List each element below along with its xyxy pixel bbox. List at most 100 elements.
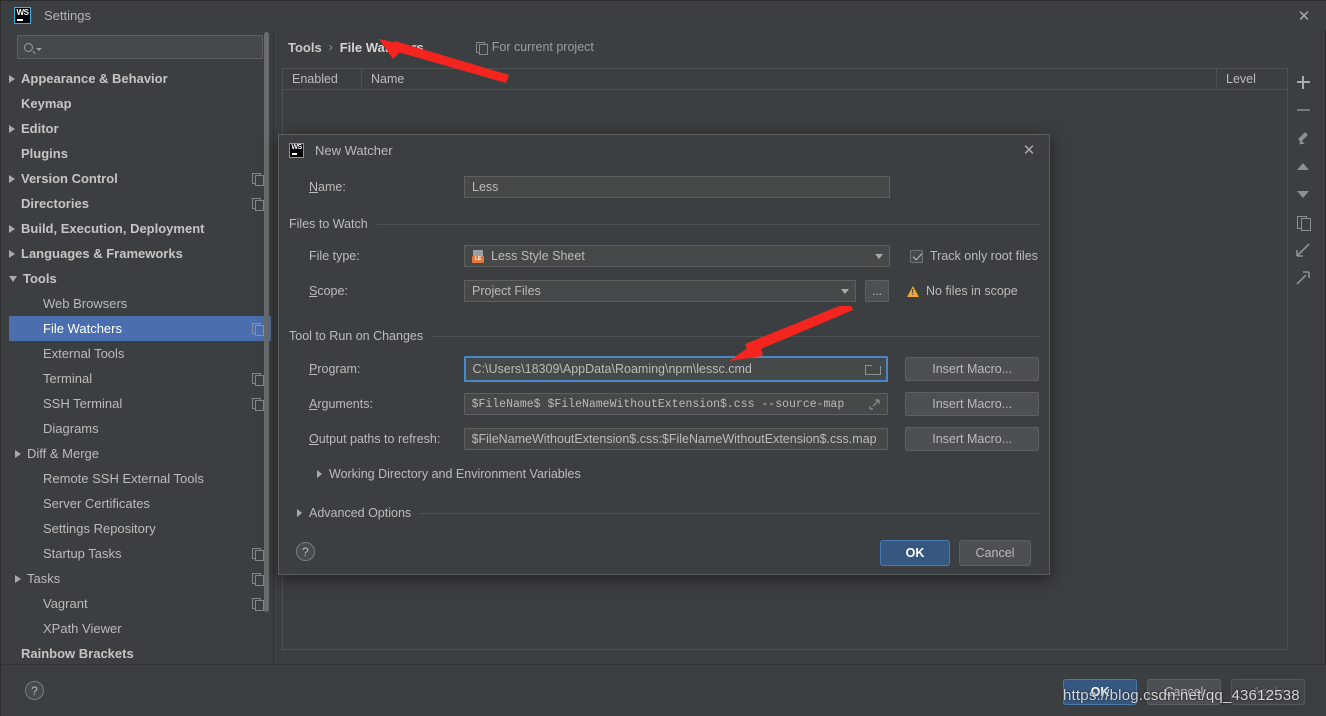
- file-type-label: File type:: [309, 249, 464, 263]
- chevron-right-icon[interactable]: [15, 450, 21, 458]
- dialog-help-button[interactable]: ?: [296, 542, 315, 561]
- sidebar-item-label: Directories: [21, 196, 89, 211]
- sidebar-item-rainbow-brackets[interactable]: Rainbow Brackets: [9, 641, 271, 664]
- less-icon-label: LE: [472, 256, 484, 263]
- sidebar-item-startup-tasks[interactable]: Startup Tasks: [9, 541, 271, 566]
- sidebar-item-terminal[interactable]: Terminal: [9, 366, 271, 391]
- sidebar-item-remote-ssh-external-tools[interactable]: Remote SSH External Tools: [9, 466, 271, 491]
- breadcrumb-leaf: File Watchers: [340, 40, 424, 55]
- chevron-right-icon[interactable]: [9, 175, 15, 183]
- window-close-button[interactable]: ✕: [1281, 1, 1326, 30]
- sidebar-item-label: Terminal: [43, 371, 92, 386]
- sidebar-item-file-watchers[interactable]: File Watchers: [9, 316, 271, 341]
- copy-icon: [1297, 216, 1310, 229]
- sidebar-item-build-execution-deployment[interactable]: Build, Execution, Deployment: [9, 216, 271, 241]
- scope-dropdown[interactable]: Project Files: [464, 280, 856, 302]
- project-scope-icon: [252, 398, 263, 409]
- name-row: Name: Less: [309, 176, 1023, 198]
- move-down-button[interactable]: [1288, 180, 1318, 208]
- dialog-close-button[interactable]: ✕: [1021, 143, 1037, 159]
- add-button[interactable]: [1288, 68, 1318, 96]
- search-icon: [24, 43, 33, 52]
- sidebar-item-label: Appearance & Behavior: [21, 71, 168, 86]
- sidebar-item-tools[interactable]: Tools: [9, 266, 271, 291]
- sidebar-item-appearance-behavior[interactable]: Appearance & Behavior: [9, 66, 271, 91]
- column-header-level[interactable]: Level: [1217, 69, 1287, 89]
- sidebar-item-languages-frameworks[interactable]: Languages & Frameworks: [9, 241, 271, 266]
- less-style-sheet-icon: LE: [472, 250, 485, 263]
- sidebar-item-directories[interactable]: Directories: [9, 191, 271, 216]
- chevron-right-icon[interactable]: [9, 75, 15, 83]
- arguments-row: Arguments: $FileName$ $FileNameWithoutEx…: [309, 392, 1039, 416]
- sidebar-item-diff-merge[interactable]: Diff & Merge: [9, 441, 271, 466]
- arguments-label: Arguments:: [309, 397, 464, 411]
- edit-button[interactable]: [1288, 124, 1318, 152]
- program-label: Program:: [309, 362, 464, 376]
- search-input[interactable]: [46, 40, 262, 54]
- name-input[interactable]: Less: [464, 176, 890, 198]
- column-header-name[interactable]: Name: [362, 69, 1216, 89]
- search-dropdown-caret-icon: [36, 48, 42, 51]
- chevron-right-icon[interactable]: [15, 575, 21, 583]
- chevron-right-icon[interactable]: [9, 125, 15, 133]
- track-only-root-files-checkbox[interactable]: Track only root files: [910, 249, 1038, 263]
- sidebar-item-server-certificates[interactable]: Server Certificates: [9, 491, 271, 516]
- new-watcher-dialog: WS New Watcher ✕ Name: Less Files to Wat…: [278, 134, 1050, 575]
- output-paths-row: Output paths to refresh: $FileNameWithou…: [309, 427, 1039, 451]
- chevron-right-icon[interactable]: [9, 225, 15, 233]
- insert-macro-arguments-button[interactable]: Insert Macro...: [905, 392, 1039, 416]
- sidebar-scrollbar-thumb[interactable]: [264, 32, 269, 612]
- sidebar-item-plugins[interactable]: Plugins: [9, 141, 271, 166]
- sidebar-item-web-browsers[interactable]: Web Browsers: [9, 291, 271, 316]
- insert-macro-program-button[interactable]: Insert Macro...: [905, 357, 1039, 381]
- plus-icon: [1297, 76, 1310, 89]
- sidebar-item-xpath-viewer[interactable]: XPath Viewer: [9, 616, 271, 641]
- dialog-ok-button[interactable]: OK: [880, 540, 950, 566]
- dialog-cancel-button[interactable]: Cancel: [959, 540, 1031, 566]
- tool-to-run-title-text: Tool to Run on Changes: [289, 329, 423, 343]
- remove-button[interactable]: [1288, 96, 1318, 124]
- webstorm-logo-text: WS: [15, 8, 30, 17]
- chevron-right-icon: [297, 509, 302, 517]
- webstorm-dialog-icon-text: WS: [290, 143, 303, 152]
- breadcrumb-root[interactable]: Tools: [288, 40, 322, 55]
- sidebar-item-ssh-terminal[interactable]: SSH Terminal: [9, 391, 271, 416]
- advanced-options-section[interactable]: Advanced Options: [297, 506, 1041, 520]
- import-button[interactable]: [1288, 236, 1318, 264]
- project-scope-icon: [252, 373, 263, 384]
- sidebar-item-keymap[interactable]: Keymap: [9, 91, 271, 116]
- scope-browse-button[interactable]: ...: [865, 280, 889, 302]
- insert-macro-output-button[interactable]: Insert Macro...: [905, 427, 1039, 451]
- chevron-down-icon[interactable]: [9, 276, 17, 282]
- column-header-enabled[interactable]: Enabled: [283, 69, 361, 89]
- search-box[interactable]: [17, 35, 263, 59]
- program-input[interactable]: C:\Users\18309\AppData\Roaming\npm\lessc…: [464, 356, 889, 382]
- sidebar-item-settings-repository[interactable]: Settings Repository: [9, 516, 271, 541]
- sidebar-item-editor[interactable]: Editor: [9, 116, 271, 141]
- sidebar-item-diagrams[interactable]: Diagrams: [9, 416, 271, 441]
- sidebar-item-vagrant[interactable]: Vagrant: [9, 591, 271, 616]
- output-paths-input[interactable]: $FileNameWithoutExtension$.css:$FileName…: [464, 428, 889, 450]
- file-type-dropdown[interactable]: LE Less Style Sheet: [464, 245, 890, 267]
- sidebar-item-label: Remote SSH External Tools: [43, 471, 204, 486]
- sidebar-item-version-control[interactable]: Version Control: [9, 166, 271, 191]
- arrow-down-icon: [1297, 191, 1309, 198]
- sidebar-item-label: Vagrant: [43, 596, 88, 611]
- section-divider: [377, 224, 1041, 225]
- footer-help-button[interactable]: ?: [25, 681, 44, 700]
- working-directory-disclosure[interactable]: Working Directory and Environment Variab…: [317, 467, 581, 481]
- copy-button[interactable]: [1288, 208, 1318, 236]
- output-paths-label: Output paths to refresh:: [309, 432, 464, 446]
- move-up-button[interactable]: [1288, 152, 1318, 180]
- sidebar-item-tasks[interactable]: Tasks: [9, 566, 271, 591]
- folder-browse-icon[interactable]: [865, 364, 879, 375]
- chevron-right-icon[interactable]: [9, 250, 15, 258]
- sidebar-item-external-tools[interactable]: External Tools: [9, 341, 271, 366]
- expand-editor-icon[interactable]: [869, 399, 880, 410]
- window-title: Settings: [44, 8, 91, 23]
- arguments-input[interactable]: $FileName$ $FileNameWithoutExtension$.cs…: [464, 393, 889, 415]
- sidebar-item-label: Web Browsers: [43, 296, 127, 311]
- program-row: Program: C:\Users\18309\AppData\Roaming\…: [309, 356, 1039, 382]
- sidebar-item-label: Keymap: [21, 96, 72, 111]
- export-button[interactable]: [1288, 264, 1318, 292]
